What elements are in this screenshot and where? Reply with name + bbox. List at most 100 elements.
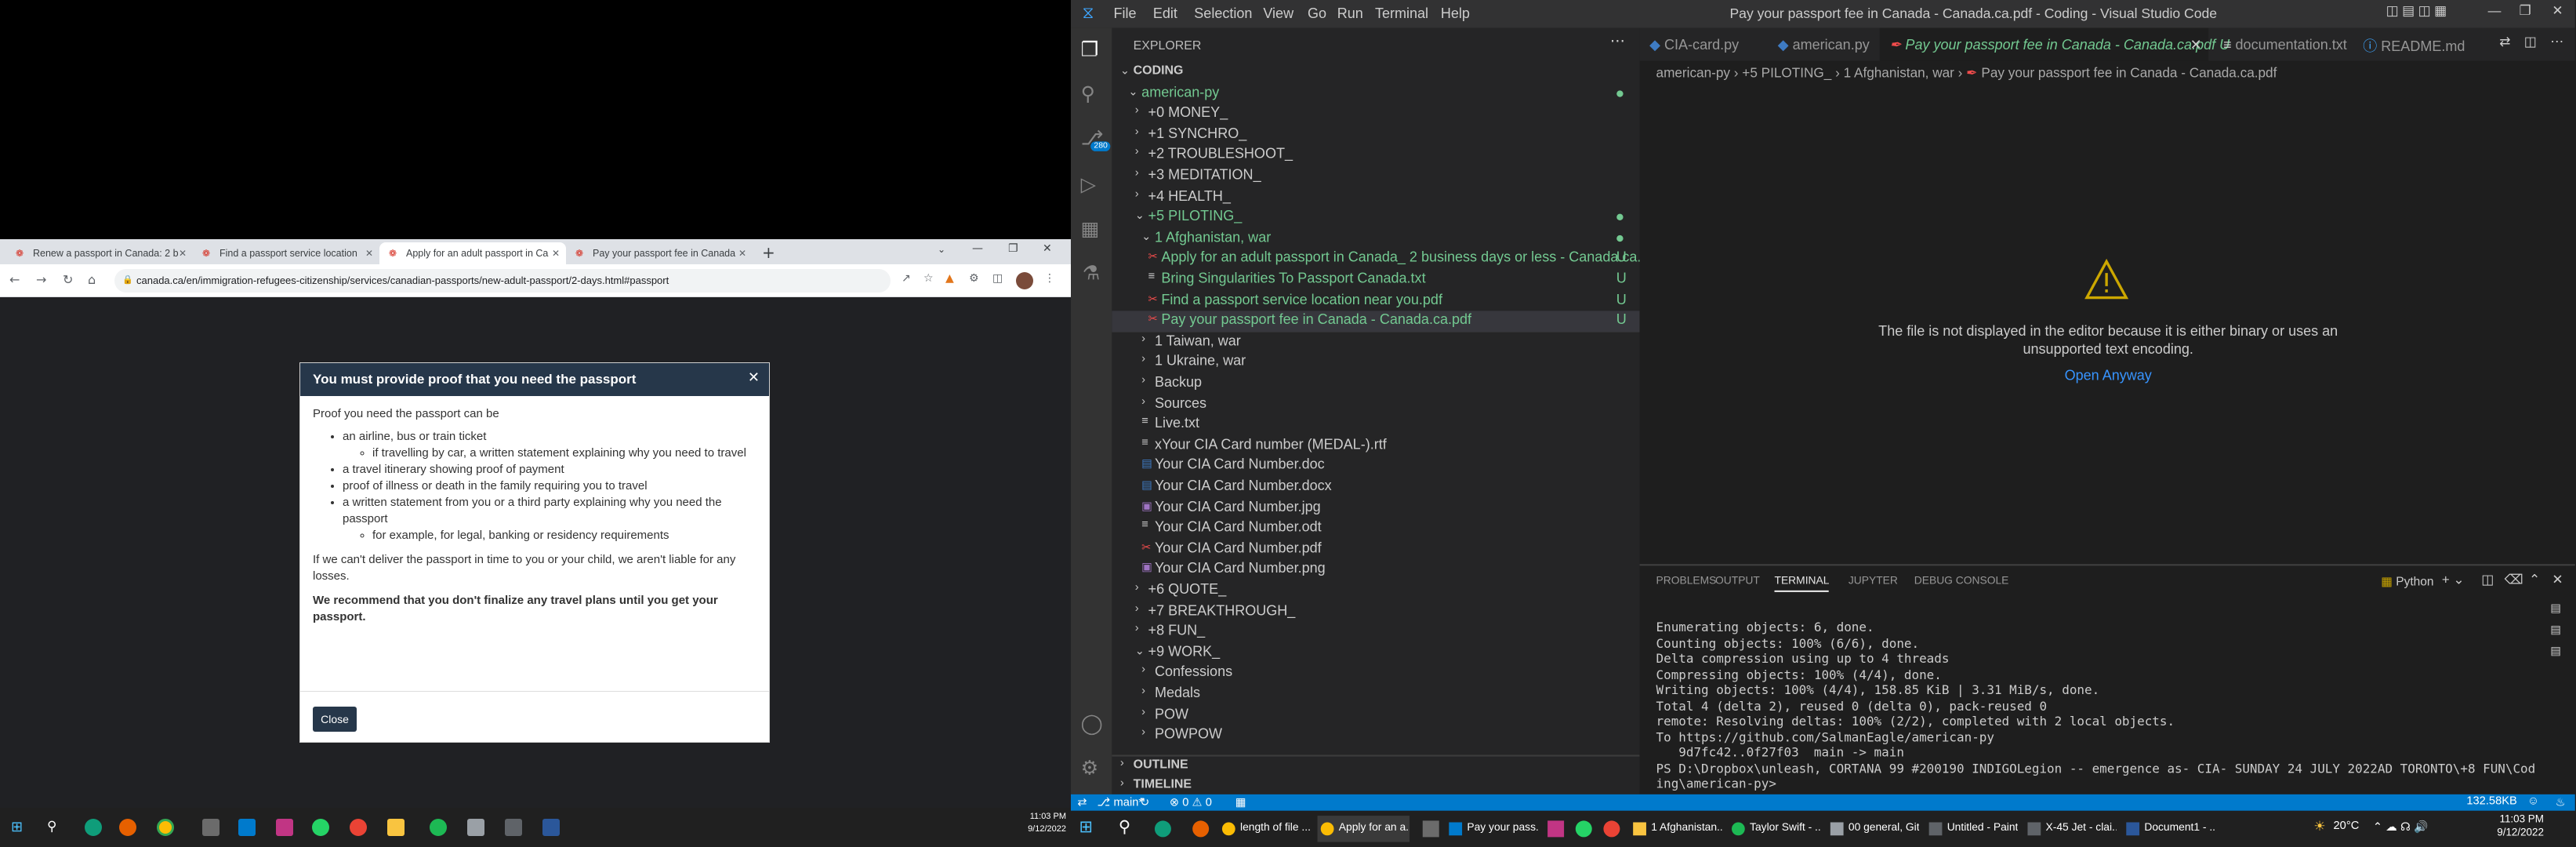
chevron-right-icon[interactable]: ›: [1141, 685, 1145, 697]
vscode-icon[interactable]: [238, 819, 256, 836]
weather-icon[interactable]: ☀: [2313, 819, 2325, 834]
folder-row[interactable]: › Medals: [1112, 684, 1639, 704]
minimize-icon[interactable]: —: [2488, 3, 2502, 18]
chevron-right-icon[interactable]: ›: [1141, 375, 1145, 387]
whatsapp-icon[interactable]: [312, 819, 329, 836]
tab-american[interactable]: ◆ american.py: [1778, 28, 1870, 61]
close-tab-icon[interactable]: ✕: [738, 248, 746, 259]
chevron-right-icon[interactable]: ›: [1135, 582, 1139, 594]
chevron-right-icon[interactable]: ›: [1135, 126, 1139, 138]
bell-icon[interactable]: ♨: [2556, 796, 2566, 809]
file-row[interactable]: ≡ Your CIA Card Number.odt: [1112, 518, 1639, 539]
extensions-icon[interactable]: ▦: [1081, 217, 1100, 240]
branch-status[interactable]: ⎇ main*: [1098, 796, 1144, 809]
search-icon[interactable]: ⚲: [47, 819, 56, 834]
chevron-right-icon[interactable]: ›: [1135, 147, 1139, 158]
folder-row[interactable]: › +0 MONEY_: [1112, 104, 1639, 125]
chevron-down-icon[interactable]: ⌄: [1135, 209, 1145, 223]
tab-search-icon[interactable]: ⌄: [938, 244, 945, 255]
word-icon[interactable]: [542, 819, 560, 836]
problems-status[interactable]: ⊗ 0 ⚠ 0: [1170, 796, 1212, 809]
close-tab-icon[interactable]: ✕: [552, 248, 560, 259]
chevron-right-icon[interactable]: ›: [1135, 106, 1139, 118]
chevron-down-icon[interactable]: ⌄: [1128, 85, 1137, 98]
taskbar-item[interactable]: Untitled - Paint: [1925, 816, 2018, 842]
edge-icon[interactable]: [85, 819, 102, 836]
chevron-right-icon[interactable]: ›: [1141, 727, 1145, 739]
chevron-right-icon[interactable]: ›: [1135, 188, 1139, 200]
file-row[interactable]: ▤ Your CIA Card Number.docx: [1112, 477, 1639, 497]
account-icon[interactable]: ◯: [1081, 712, 1103, 735]
split-editor-icon[interactable]: ◫: [2524, 35, 2537, 49]
more-actions-icon[interactable]: ⋯: [1610, 33, 1625, 51]
chevron-right-icon[interactable]: ›: [1135, 603, 1139, 615]
folder-row[interactable]: › 1 Taiwan, war: [1112, 332, 1639, 352]
home-icon[interactable]: ⌂: [88, 272, 96, 287]
app-icon[interactable]: [276, 819, 293, 836]
folder-row[interactable]: › +8 FUN_: [1112, 622, 1639, 642]
file-row[interactable]: ▤ Your CIA Card Number.doc: [1112, 456, 1639, 477]
tab-problems[interactable]: PROBLEMS: [1656, 576, 1717, 587]
folder-row[interactable]: › Sources: [1112, 394, 1639, 414]
folder-row[interactable]: ⌄ american-py: [1112, 83, 1639, 104]
file-row[interactable]: ≡ xYour CIA Card number (MEDAL-).rtf: [1112, 435, 1639, 456]
chevron-right-icon[interactable]: ›: [1141, 354, 1145, 366]
notepad-icon[interactable]: [467, 819, 484, 836]
terminal-output[interactable]: Enumerating objects: 6, done. Counting ob…: [1656, 620, 2536, 792]
taskbar-item[interactable]: Taylor Swift - ...: [1729, 816, 1820, 842]
opera-icon[interactable]: [350, 819, 367, 836]
taskbar-item[interactable]: length of file ...: [1219, 816, 1311, 842]
app-icon[interactable]: [1422, 820, 1439, 838]
folder-row[interactable]: ⌄ 1 Afghanistan, war: [1112, 228, 1639, 249]
avatar[interactable]: [1016, 272, 1033, 289]
explorer-icon[interactable]: ❐: [1081, 38, 1099, 60]
close-panel-icon[interactable]: ✕: [2552, 573, 2563, 587]
address-bar[interactable]: 🔒 canada.ca/en/immigration-refugees-citi…: [114, 269, 891, 293]
folder-row[interactable]: › POWPOW: [1112, 725, 1639, 746]
terminal-kind[interactable]: ▦ Python: [2381, 574, 2433, 589]
taskbar-item[interactable]: Pay your pass...: [1446, 816, 1538, 842]
firefox-icon[interactable]: [119, 819, 136, 836]
opera-icon[interactable]: [1603, 820, 1620, 838]
clock[interactable]: 11:03 PM 9/12/2022: [2462, 814, 2544, 841]
browser-tab-active[interactable]: ❁ Apply for an adult passport in Ca ✕: [379, 242, 566, 264]
taskbar-item-active[interactable]: Apply for an a...: [1317, 816, 1410, 842]
chrome-icon[interactable]: [157, 819, 174, 836]
tab-documentation[interactable]: ≡ documentation.txt: [2223, 28, 2347, 61]
menu-view[interactable]: View: [1263, 5, 1293, 21]
folder-row[interactable]: › Backup: [1112, 373, 1639, 394]
close-icon[interactable]: ✕: [748, 369, 760, 386]
tab-terminal[interactable]: TERMINAL: [1774, 576, 1830, 592]
folder-row[interactable]: › +3 MEDITATION_: [1112, 166, 1639, 187]
menu-edit[interactable]: Edit: [1153, 5, 1177, 21]
windows-start-icon[interactable]: ⊞: [1079, 819, 1093, 837]
feedback-icon[interactable]: ☺: [2527, 796, 2539, 808]
clock[interactable]: 11:03 PM 9/12/2022: [1016, 812, 1066, 834]
remote-icon[interactable]: ⇄: [1077, 796, 1087, 809]
taskbar-item[interactable]: X-45 Jet - clai...: [2024, 816, 2117, 842]
chevron-right-icon[interactable]: ›: [1141, 707, 1145, 718]
chevron-down-icon[interactable]: ⌄: [1135, 645, 1145, 658]
search-icon[interactable]: ⚲: [1119, 819, 1130, 837]
tab-output[interactable]: OUTPUT: [1715, 576, 1760, 587]
folder-row[interactable]: ⌄ +5 PILOTING_: [1112, 208, 1639, 228]
maximize-icon[interactable]: ❐: [1008, 242, 1018, 255]
metamask-icon[interactable]: ▲: [945, 272, 954, 285]
folder-row[interactable]: › +6 QUOTE_: [1112, 580, 1639, 601]
browser-tab[interactable]: ❁ Find a passport service location ✕: [193, 242, 379, 264]
bookmark-star-icon[interactable]: ☆: [923, 272, 934, 285]
folder-row[interactable]: › +4 HEALTH_: [1112, 187, 1639, 207]
chevron-right-icon[interactable]: ›: [1135, 623, 1139, 635]
app-icon[interactable]: [1547, 820, 1565, 838]
minimize-icon[interactable]: —: [972, 242, 983, 255]
breadcrumb-item[interactable]: 1 Afghanistan, war: [1844, 66, 1954, 81]
back-icon[interactable]: ←: [9, 272, 20, 287]
folder-row[interactable]: › Confessions: [1112, 663, 1639, 684]
taskbar-item[interactable]: Document1 - ...: [2123, 816, 2215, 842]
app-icon[interactable]: [202, 819, 220, 836]
folder-row[interactable]: › 1 Ukraine, war: [1112, 353, 1639, 373]
close-tab-icon[interactable]: ✕: [179, 248, 187, 259]
gear-icon[interactable]: ⚙: [1081, 757, 1099, 780]
menu-selection[interactable]: Selection: [1194, 5, 1252, 21]
menu-run[interactable]: Run: [1337, 5, 1363, 21]
